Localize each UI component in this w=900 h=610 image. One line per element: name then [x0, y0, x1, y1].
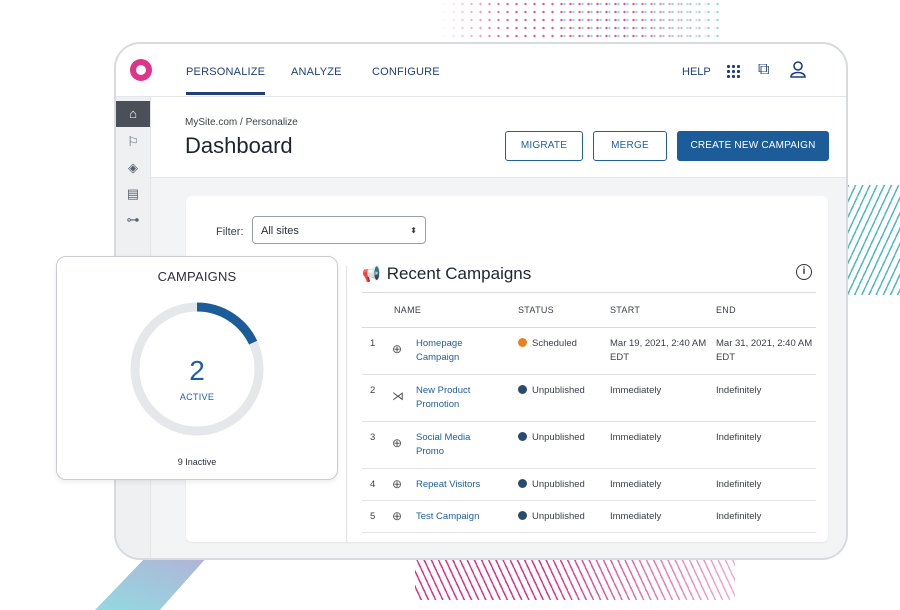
- home-icon[interactable]: ⌂: [116, 101, 150, 127]
- status-dot: [518, 338, 527, 347]
- table-row[interactable]: 3 ⊕ Social Media Promo Unpublished Immed…: [362, 422, 816, 469]
- col-start[interactable]: START: [610, 305, 640, 315]
- campaign-name-link[interactable]: Homepage Campaign: [416, 337, 496, 365]
- migrate-button[interactable]: MIGRATE: [505, 131, 583, 161]
- end-date: Indefinitely: [716, 479, 762, 490]
- chevron-updown-icon: ⬍: [410, 226, 417, 235]
- merge-button[interactable]: MERGE: [593, 131, 667, 161]
- status-dot: [518, 479, 527, 488]
- status-dot: [518, 385, 527, 394]
- info-icon[interactable]: i: [796, 264, 812, 280]
- nav-analyze[interactable]: ANALYZE: [291, 66, 342, 78]
- site-filter-value: All sites: [261, 225, 299, 237]
- nav-personalize[interactable]: PERSONALIZE: [186, 66, 266, 95]
- status-badge: Unpublished: [518, 478, 585, 492]
- target-icon: ⊕: [392, 509, 403, 523]
- top-navigation: PERSONALIZE ANALYZE CONFIGURE HELP ⧉: [116, 44, 846, 97]
- start-date: Immediately: [610, 479, 662, 490]
- create-campaign-button[interactable]: CREATE NEW CAMPAIGN: [677, 131, 829, 161]
- row-number: 4: [370, 479, 376, 490]
- campaign-name-link[interactable]: Social Media Promo: [416, 431, 496, 459]
- target-icon: ⊕: [392, 477, 403, 491]
- start-date: Immediately: [610, 432, 662, 443]
- status-badge: Unpublished: [518, 431, 585, 445]
- table-row[interactable]: 1 ⊕ Homepage Campaign Scheduled Mar 19, …: [362, 328, 816, 375]
- status-badge: Unpublished: [518, 384, 585, 398]
- start-date: Immediately: [610, 385, 662, 396]
- split-icon: ⋊: [392, 389, 404, 403]
- active-count: 2: [189, 355, 205, 386]
- status-dot: [518, 511, 527, 520]
- campaigns-widget-title: CAMPAIGNS: [157, 269, 237, 284]
- status-text: Unpublished: [532, 385, 585, 396]
- help-link[interactable]: HELP: [682, 66, 711, 78]
- page-header: MySite.com / Personalize Dashboard MIGRA…: [151, 97, 846, 178]
- status-text: Unpublished: [532, 432, 585, 443]
- start-date: Mar 19, 2021, 2:40 AM EDT: [610, 338, 707, 363]
- status-badge: Scheduled: [518, 337, 577, 351]
- nav-configure[interactable]: CONFIGURE: [372, 66, 440, 78]
- col-end[interactable]: END: [716, 305, 736, 315]
- document-icon[interactable]: ▤: [116, 181, 150, 207]
- status-text: Scheduled: [532, 338, 577, 349]
- campaign-name-link[interactable]: Repeat Visitors: [416, 478, 506, 492]
- chat-icon[interactable]: ⧉: [758, 60, 769, 80]
- user-icon[interactable]: [790, 60, 806, 84]
- filter-label: Filter:: [216, 226, 244, 238]
- row-number: 2: [370, 385, 376, 396]
- row-number: 1: [370, 338, 376, 349]
- inactive-label: 9 Inactive: [177, 457, 217, 467]
- target-icon: ⊕: [392, 436, 403, 450]
- status-dot: [518, 432, 527, 441]
- status-text: Unpublished: [532, 479, 585, 490]
- status-badge: Unpublished: [518, 510, 585, 524]
- table-row[interactable]: 5 ⊕ Test Campaign Unpublished Immediatel…: [362, 501, 816, 533]
- target-icon: ⊕: [392, 342, 403, 356]
- row-number: 3: [370, 432, 376, 443]
- flag-icon[interactable]: ⚐: [116, 129, 150, 155]
- table-row[interactable]: 4 ⊕ Repeat Visitors Unpublished Immediat…: [362, 469, 816, 501]
- recent-campaigns-title: 📢 Recent Campaigns: [362, 264, 531, 284]
- hierarchy-icon[interactable]: ⊶: [116, 207, 150, 233]
- end-date: Indefinitely: [716, 385, 762, 396]
- layers-icon[interactable]: ◈: [116, 155, 150, 181]
- campaigns-widget: CAMPAIGNS 2 ACTIVE 9 Inactive: [56, 256, 338, 480]
- row-number: 5: [370, 511, 376, 522]
- end-date: Mar 31, 2021, 2:40 AM EDT: [716, 338, 813, 363]
- campaign-name-link[interactable]: New Product Promotion: [416, 384, 496, 412]
- active-label: ACTIVE: [179, 392, 215, 402]
- campaign-name-link[interactable]: Test Campaign: [416, 510, 506, 524]
- page-title: Dashboard: [185, 133, 293, 158]
- site-filter-select[interactable]: All sites ⬍: [252, 216, 426, 244]
- end-date: Indefinitely: [716, 432, 762, 443]
- brand-logo-icon[interactable]: [130, 59, 152, 81]
- table-header: NAME STATUS START END: [362, 292, 816, 328]
- status-text: Unpublished: [532, 511, 585, 522]
- col-name[interactable]: NAME: [394, 305, 421, 315]
- end-date: Indefinitely: [716, 511, 762, 522]
- campaigns-table: NAME STATUS START END 1 ⊕ Homepage Campa…: [362, 292, 816, 533]
- app-grid-icon[interactable]: [726, 64, 740, 78]
- table-row[interactable]: 2 ⋊ New Product Promotion Unpublished Im…: [362, 375, 816, 422]
- megaphone-icon: 📢: [362, 266, 381, 283]
- breadcrumb[interactable]: MySite.com / Personalize: [185, 117, 298, 128]
- recent-campaigns-heading: Recent Campaigns: [386, 264, 532, 283]
- col-status[interactable]: STATUS: [518, 305, 554, 315]
- start-date: Immediately: [610, 511, 662, 522]
- divider: [346, 266, 347, 542]
